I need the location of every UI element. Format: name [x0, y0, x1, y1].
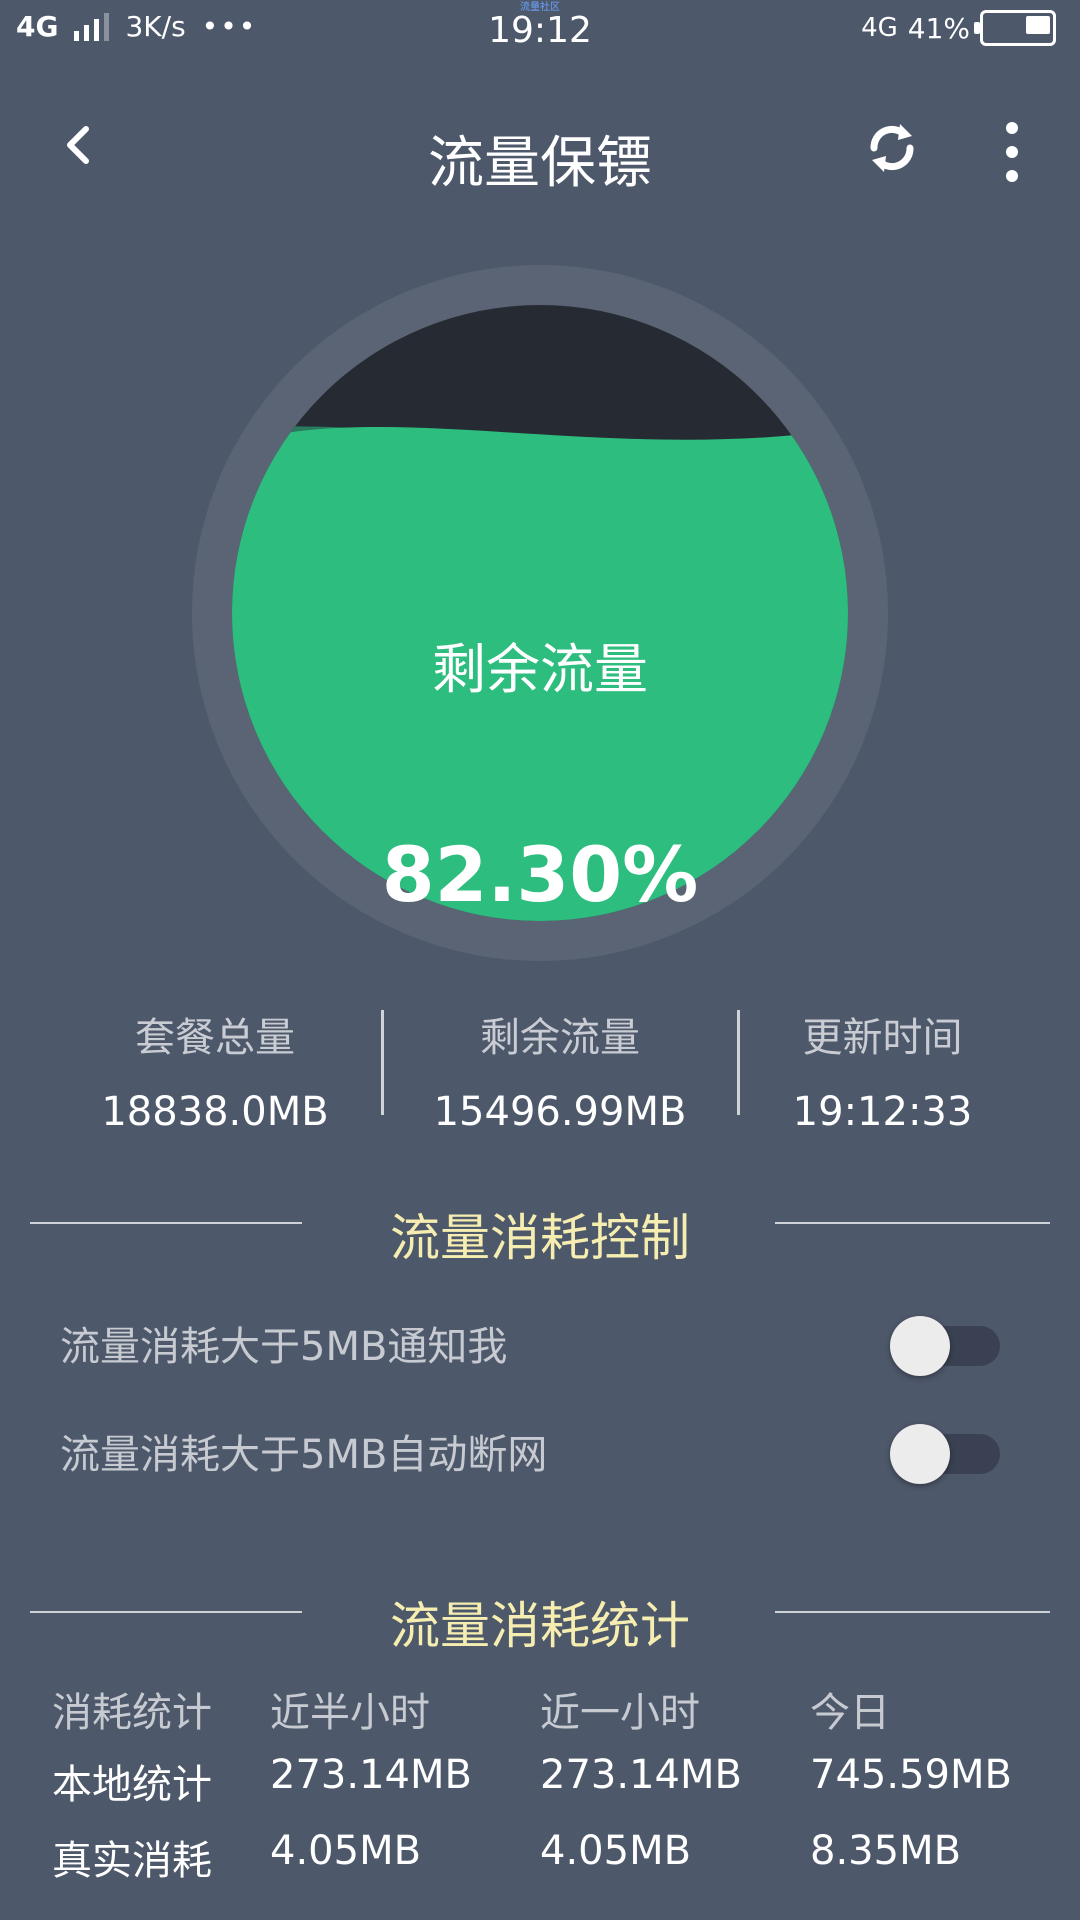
refresh-button[interactable] — [862, 118, 922, 178]
stat-updated-value: 19:12:33 — [792, 1089, 973, 1135]
table-cell: 4.05MB — [270, 1828, 422, 1874]
gauge-label: 剩余流量 — [432, 638, 648, 701]
table-cell: 273.14MB — [270, 1752, 472, 1798]
table-header-cell: 近半小时 — [270, 1690, 430, 1736]
table-row: 本地统计 273.14MB 273.14MB 745.59MB — [52, 1752, 1032, 1812]
toggle-knob — [890, 1316, 950, 1376]
notify-setting-label: 流量消耗大于5MB通知我 — [60, 1324, 508, 1370]
stat-updated: 更新时间 19:12:33 — [770, 1005, 995, 1135]
table-header-cell: 近一小时 — [540, 1690, 700, 1736]
refresh-icon — [870, 124, 914, 172]
battery-percent: 41% — [907, 11, 970, 45]
auto-disconnect-setting-row: 流量消耗大于5MB自动断网 — [60, 1410, 1000, 1490]
auto-disconnect-setting-label: 流量消耗大于5MB自动断网 — [60, 1432, 548, 1478]
table-cell: 273.14MB — [540, 1752, 742, 1798]
gauge-fill-svg — [232, 426, 848, 921]
network-activity-icon: 4G — [861, 13, 898, 43]
toggle-knob — [890, 1424, 950, 1484]
stat-total-label: 套餐总量 — [135, 1015, 295, 1061]
stat-total-value: 18838.0MB — [101, 1089, 329, 1135]
more-dot-icon — [1006, 122, 1018, 134]
table-cell: 8.35MB — [810, 1828, 962, 1874]
table-row: 真实消耗 4.05MB 4.05MB 8.35MB — [52, 1828, 1032, 1888]
gauge-inner — [232, 305, 848, 921]
more-dot-icon — [1006, 146, 1018, 158]
section-line-right — [775, 1222, 1050, 1224]
table-cell: 4.05MB — [540, 1828, 692, 1874]
stats-section-title: 流量消耗统计 — [390, 1597, 690, 1655]
notify-toggle[interactable] — [890, 1316, 1000, 1376]
remaining-data-gauge: 剩余流量 82.30% — [192, 265, 888, 961]
auto-disconnect-toggle[interactable] — [890, 1424, 1000, 1484]
status-right: 4G 41% — [861, 10, 1056, 46]
stats-divider — [737, 1010, 740, 1115]
table-row-label: 本地统计 — [52, 1762, 212, 1808]
section-line-right — [775, 1611, 1050, 1613]
stat-remaining-label: 剩余流量 — [480, 1015, 640, 1061]
stat-total: 套餐总量 18838.0MB — [95, 1005, 335, 1135]
table-header-cell: 消耗统计 — [52, 1690, 212, 1736]
battery-icon — [974, 10, 1056, 46]
stat-updated-label: 更新时间 — [802, 1015, 963, 1061]
status-bar: 流量社区 4G 3K/s ••• 19:12 4G 41% — [0, 0, 1080, 70]
more-dot-icon — [1006, 170, 1018, 182]
control-section-title: 流量消耗控制 — [390, 1209, 690, 1267]
table-header-cell: 今日 — [810, 1690, 890, 1736]
stat-remaining: 剩余流量 15496.99MB — [420, 1005, 700, 1135]
table-header-row: 消耗统计 近半小时 近一小时 今日 — [52, 1680, 1032, 1740]
table-cell: 745.59MB — [810, 1752, 1012, 1798]
more-options-button[interactable] — [1000, 122, 1024, 182]
table-row-label: 真实消耗 — [52, 1838, 212, 1884]
stat-remaining-value: 15496.99MB — [433, 1089, 687, 1135]
gauge-percent: 82.30% — [381, 830, 699, 919]
stats-divider — [381, 1010, 384, 1115]
notify-setting-row: 流量消耗大于5MB通知我 — [60, 1302, 1000, 1382]
